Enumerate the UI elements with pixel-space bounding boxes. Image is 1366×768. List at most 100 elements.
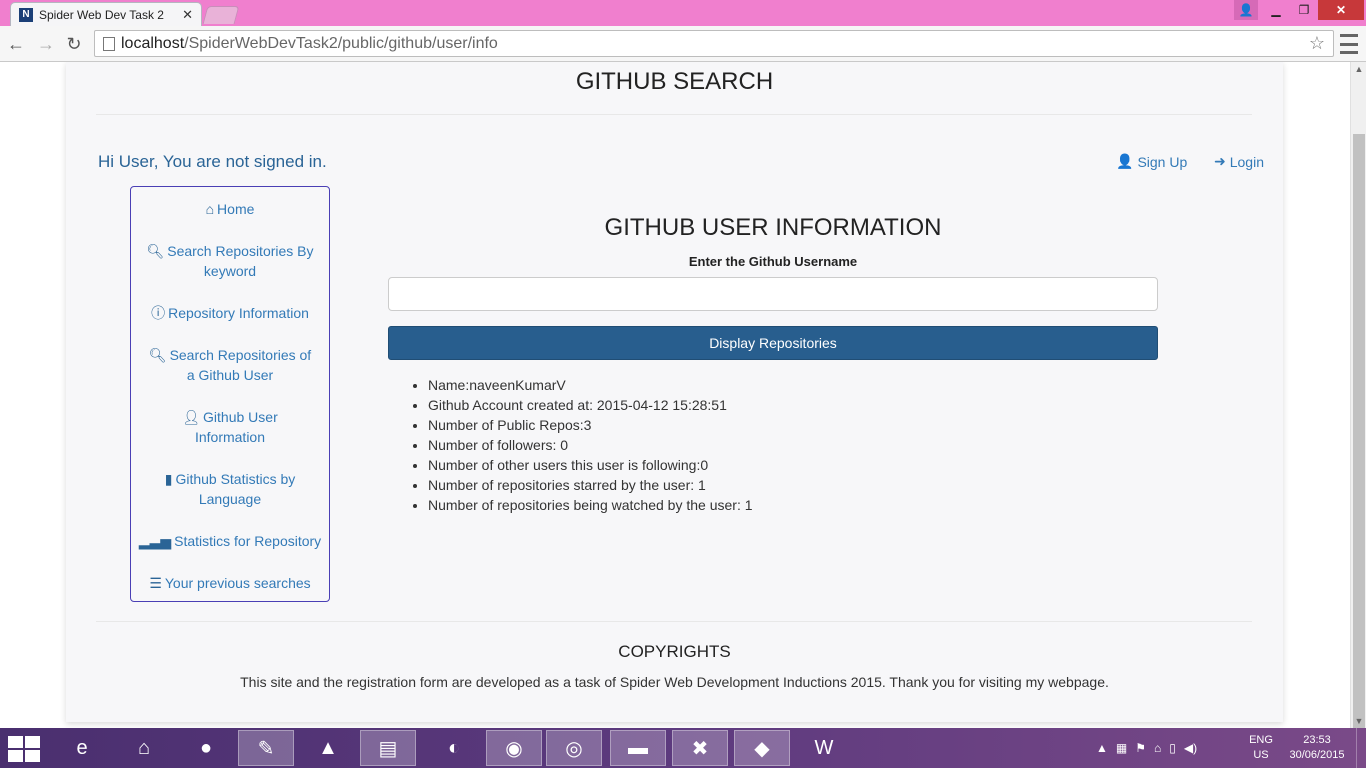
show-hidden-icons-icon[interactable]: ▲ — [1096, 741, 1108, 755]
sidebar-item-label: Statistics for Repository — [174, 533, 322, 549]
list-item: Number of Public Repos:3 — [428, 415, 1112, 435]
footer-divider — [96, 621, 1252, 622]
sidebar-nav: ⌂ Home 🔍︎ Search Repositories By keyword ⓘ… — [130, 186, 330, 602]
login-link[interactable]: ➜ Login — [1214, 153, 1264, 170]
url-text[interactable]: localhost/SpiderWebDevTask2/public/githu… — [121, 35, 1309, 53]
sidebar-item-repo-stats[interactable]: ▂▃▅ Statistics for Repository — [131, 531, 329, 551]
wps-icon[interactable]: W — [796, 730, 852, 766]
windows-start-icon[interactable] — [8, 736, 40, 762]
page-scrollbar[interactable]: ▲ ▼ — [1350, 62, 1366, 744]
signal-icon: ▂▃▅ — [138, 533, 172, 549]
browser-toolbar: ← → ↻ localhost/SpiderWebDevTask2/public… — [0, 26, 1366, 62]
home-icon[interactable]: ⌂ — [116, 730, 172, 766]
browser-menu-icon[interactable] — [1340, 34, 1358, 54]
browser-tab[interactable]: N Spider Web Dev Task 2 ✕ — [10, 2, 202, 26]
clock-time: 23:53 — [1303, 734, 1331, 746]
language-code: ENG — [1249, 734, 1273, 746]
sidebar-item-label: Your previous searches — [164, 575, 311, 591]
sidebar-item-label: Search Repositories of a Github User — [169, 347, 312, 383]
chrome-icon[interactable]: ◎ — [546, 730, 602, 766]
restore-button[interactable]: ❐ — [1290, 0, 1318, 20]
battery-icon[interactable]: ▯ — [1169, 741, 1176, 755]
url-host: localhost — [121, 34, 185, 52]
back-arrow-icon[interactable]: ← — [4, 32, 28, 56]
sidebar-item-home[interactable]: ⌂ Home — [131, 199, 329, 219]
list-item: Name:naveenKumarV — [428, 375, 1112, 395]
clock-date: 30/06/2015 — [1289, 749, 1345, 761]
user-icon: 👤 — [1116, 153, 1134, 169]
page-title: GITHUB USER INFORMATION — [604, 214, 942, 241]
sidebar-item-repo-info[interactable]: ⓘ Repository Information — [131, 303, 329, 323]
address-bar[interactable]: localhost/SpiderWebDevTask2/public/githu… — [94, 30, 1334, 57]
user-icon: 👤︎ — [182, 409, 201, 425]
region-code: US — [1253, 749, 1269, 761]
page-viewport: GITHUB SEARCH Hi User, You are not signe… — [0, 62, 1350, 728]
login-label: Login — [1229, 153, 1264, 170]
sidebar-item-user-info[interactable]: 👤︎ Github User Information — [131, 407, 329, 447]
list-item: Number of repositories being watched by … — [428, 495, 1112, 515]
firefox-icon[interactable]: ● — [178, 730, 234, 766]
signup-label: Sign Up — [1137, 153, 1188, 170]
vlc-icon[interactable]: ▲ — [300, 730, 356, 766]
sidebar-item-label: Search Repositories By keyword — [167, 243, 314, 279]
git-icon[interactable]: ◆ — [734, 730, 790, 766]
new-tab-button[interactable] — [202, 6, 240, 24]
internet-explorer-icon[interactable]: e — [54, 730, 110, 766]
home-icon: ⌂ — [205, 201, 215, 217]
file-explorer-icon[interactable]: ▤ — [360, 730, 416, 766]
login-icon: ➜ — [1214, 153, 1226, 169]
xampp-icon[interactable]: ✖ — [672, 730, 728, 766]
list-item: Number of repositories starred by the us… — [428, 475, 1112, 495]
forward-arrow-icon[interactable]: → — [34, 32, 58, 56]
site-title: GITHUB SEARCH — [575, 68, 774, 95]
sidebar-item-previous-searches[interactable]: ☰ Your previous searches — [131, 573, 329, 593]
notepad-plus-plus-icon[interactable]: ✎ — [238, 730, 294, 766]
search-icon: 🔍︎ — [146, 243, 165, 259]
url-path: /SpiderWebDevTask2/public/github/user/in… — [184, 34, 498, 52]
footer-title: COPYRIGHTS — [618, 642, 731, 661]
clock[interactable]: 23:53 30/06/2015 — [1286, 733, 1348, 763]
footer-text: This site and the registration form are … — [240, 674, 1109, 690]
volume-icon[interactable]: ◀) — [1184, 741, 1197, 755]
php-icon[interactable]: ◉ — [486, 730, 542, 766]
browser-titlebar: N Spider Web Dev Task 2 ✕ 👤 ▁ ❐ ✕ — [0, 0, 1366, 26]
username-input[interactable] — [388, 277, 1158, 311]
profile-icon[interactable]: 👤 — [1234, 0, 1258, 20]
sidebar-item-label: Github User Information — [194, 409, 278, 445]
scroll-down-arrow-icon[interactable]: ▼ — [1351, 714, 1366, 728]
sidebar-item-search-user-repos[interactable]: 🔍︎ Search Repositories of a Github User — [131, 345, 329, 385]
page-container: GITHUB SEARCH Hi User, You are not signe… — [66, 62, 1283, 722]
header-divider — [96, 114, 1252, 115]
signup-link[interactable]: 👤 Sign Up — [1116, 153, 1187, 170]
flag-icon[interactable]: ⚑ — [1135, 741, 1146, 755]
greeting-text: Hi User, You are not signed in. — [98, 152, 327, 171]
username-label: Enter the Github Username — [688, 254, 858, 269]
reload-icon[interactable]: ↻ — [62, 32, 86, 56]
list-item: Github Account created at: 2015-04-12 15… — [428, 395, 1112, 415]
show-desktop-button[interactable] — [1356, 728, 1366, 768]
bookmark-star-icon[interactable]: ☆ — [1309, 33, 1325, 54]
action-center-icon[interactable]: ▦ — [1116, 741, 1127, 755]
language-indicator[interactable]: ENG US — [1244, 733, 1278, 763]
list-icon: ☰ — [149, 575, 162, 591]
page-icon — [103, 36, 115, 51]
display-repositories-button[interactable]: Display Repositories — [388, 326, 1158, 360]
command-prompt-icon[interactable]: ▬ — [610, 730, 666, 766]
network-icon[interactable]: ⌂ — [1154, 741, 1161, 755]
favicon-icon: N — [19, 7, 33, 22]
hp-icon[interactable]: ◐ — [426, 730, 482, 766]
list-item: Number of followers: 0 — [428, 435, 1112, 455]
info-icon: ⓘ — [151, 305, 166, 321]
tab-close-icon[interactable]: ✕ — [182, 7, 193, 23]
tab-title: Spider Web Dev Task 2 — [39, 7, 164, 22]
sidebar-item-language-stats[interactable]: ▮ Github Statistics by Language — [131, 469, 329, 509]
sidebar-item-label: Repository Information — [168, 305, 309, 321]
system-tray: ▲ ▦ ⚑ ⌂ ▯ ◀) — [1096, 736, 1197, 760]
search-icon: 🔍︎ — [148, 347, 167, 363]
close-window-button[interactable]: ✕ — [1318, 0, 1364, 20]
scrollbar-thumb[interactable] — [1353, 134, 1365, 744]
scroll-up-arrow-icon[interactable]: ▲ — [1351, 62, 1366, 76]
sidebar-item-search-keyword[interactable]: 🔍︎ Search Repositories By keyword — [131, 241, 329, 281]
minimize-button[interactable]: ▁ — [1262, 0, 1290, 20]
list-item: Number of other users this user is follo… — [428, 455, 1112, 475]
